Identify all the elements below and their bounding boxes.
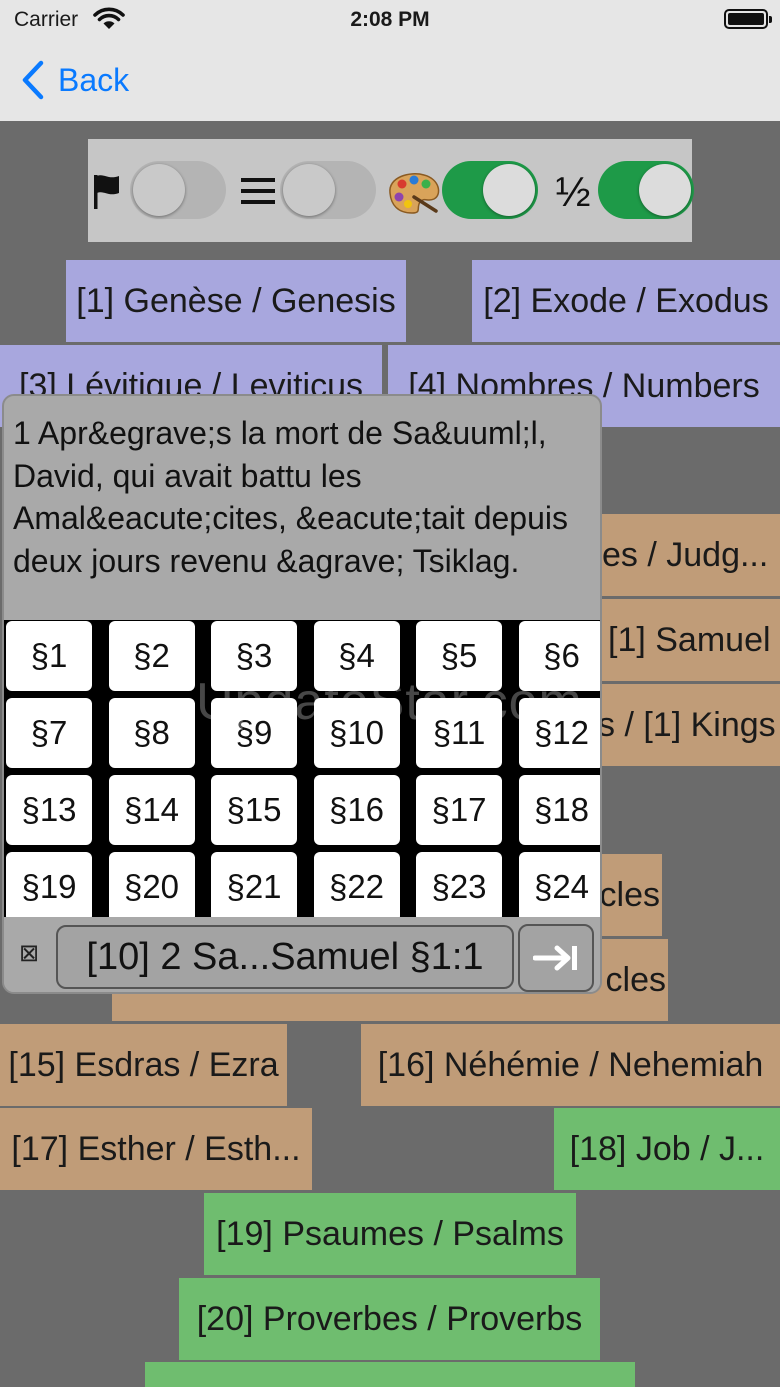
book-exodus[interactable]: [2] Exode / Exodus (472, 260, 780, 342)
verse-cell[interactable]: §7 (6, 698, 92, 768)
verse-cell[interactable]: §23 (416, 852, 502, 917)
half-toggle[interactable] (598, 161, 694, 219)
verse-cell[interactable]: §3 (211, 621, 297, 691)
verse-cell[interactable]: §5 (416, 621, 502, 691)
book-partial[interactable] (145, 1362, 635, 1387)
list-icon (241, 178, 275, 204)
book-job[interactable]: [18] Job / J... (554, 1108, 780, 1190)
book-1-samuel[interactable]: [1] Samuel (580, 599, 780, 681)
verse-cell[interactable]: §24 (518, 852, 600, 917)
flag-toggle[interactable] (130, 161, 226, 219)
location-field[interactable]: [10] 2 Sa...Samuel §1:1 (56, 925, 514, 989)
verse-cell[interactable]: §8 (108, 698, 195, 768)
verse-cell[interactable]: §10 (313, 698, 400, 768)
go-button[interactable] (518, 924, 594, 992)
verse-preview-text: 1 Apr&egrave;s la mort de Sa&uuml;l, Dav… (13, 415, 568, 579)
verse-cell[interactable]: §19 (6, 852, 92, 917)
verse-cell[interactable]: §15 (211, 775, 297, 845)
book-1-kings[interactable]: s / [1] Kings (580, 684, 780, 766)
verse-cell[interactable]: §13 (6, 775, 92, 845)
half-label: ½ (555, 168, 591, 215)
verse-cell[interactable]: §2 (108, 621, 195, 691)
clock: 2:08 PM (350, 8, 430, 31)
verse-cell[interactable]: §17 (416, 775, 502, 845)
battery-icon (724, 9, 772, 29)
color-toggle[interactable] (442, 161, 538, 219)
verse-picker-popup: 1 Apr&egrave;s la mort de Sa&uuml;l, Dav… (2, 394, 602, 994)
book-judges[interactable]: es / Judg... (580, 514, 780, 596)
book-ezra[interactable]: [15] Esdras / Ezra (0, 1024, 287, 1106)
book-genesis[interactable]: [1] Genèse / Genesis (66, 260, 406, 342)
options-toolbar: ½ (88, 139, 694, 242)
verse-cell[interactable]: §11 (416, 698, 502, 768)
book-nehemiah[interactable]: [16] Néhémie / Nehemiah (361, 1024, 780, 1106)
location-bar: ⊠ [10] 2 Sa...Samuel §1:1 (4, 917, 600, 992)
back-button[interactable]: Back (20, 58, 129, 102)
flag-icon (94, 175, 119, 209)
book-psalms[interactable]: [19] Psaumes / Psalms (204, 1193, 576, 1275)
arrow-right-to-bar-icon (533, 945, 577, 971)
palette-icon (389, 173, 440, 214)
verse-cell[interactable]: §20 (108, 852, 195, 917)
verse-cell[interactable]: §22 (313, 852, 400, 917)
verse-cell[interactable]: §1 (6, 621, 92, 691)
verse-cell[interactable]: §18 (518, 775, 600, 845)
verse-cell[interactable]: §12 (518, 698, 600, 768)
chevron-left-icon (22, 60, 44, 100)
back-label: Back (58, 61, 130, 98)
clear-icon[interactable]: ⊠ (16, 941, 42, 967)
verse-cell[interactable]: §21 (211, 852, 297, 917)
book-esther[interactable]: [17] Esther / Esth... (0, 1108, 312, 1190)
book-proverbs[interactable]: [20] Proverbes / Proverbs (179, 1278, 600, 1360)
verse-cell[interactable]: §4 (313, 621, 400, 691)
verse-cell[interactable]: §14 (108, 775, 195, 845)
verse-cell[interactable]: §9 (211, 698, 297, 768)
verse-grid: §1 §2 §3 §4 §5 §6 §7 §8 §9 §10 §11 §12 §13 §14 §15 §16 §… (4, 620, 600, 917)
list-toggle[interactable] (280, 161, 376, 219)
verse-cell[interactable]: §6 (518, 621, 600, 691)
status-bar: Carrier 2:08 PM (0, 0, 780, 40)
navigation-bar: Back (0, 40, 780, 121)
verse-cell[interactable]: §16 (313, 775, 400, 845)
